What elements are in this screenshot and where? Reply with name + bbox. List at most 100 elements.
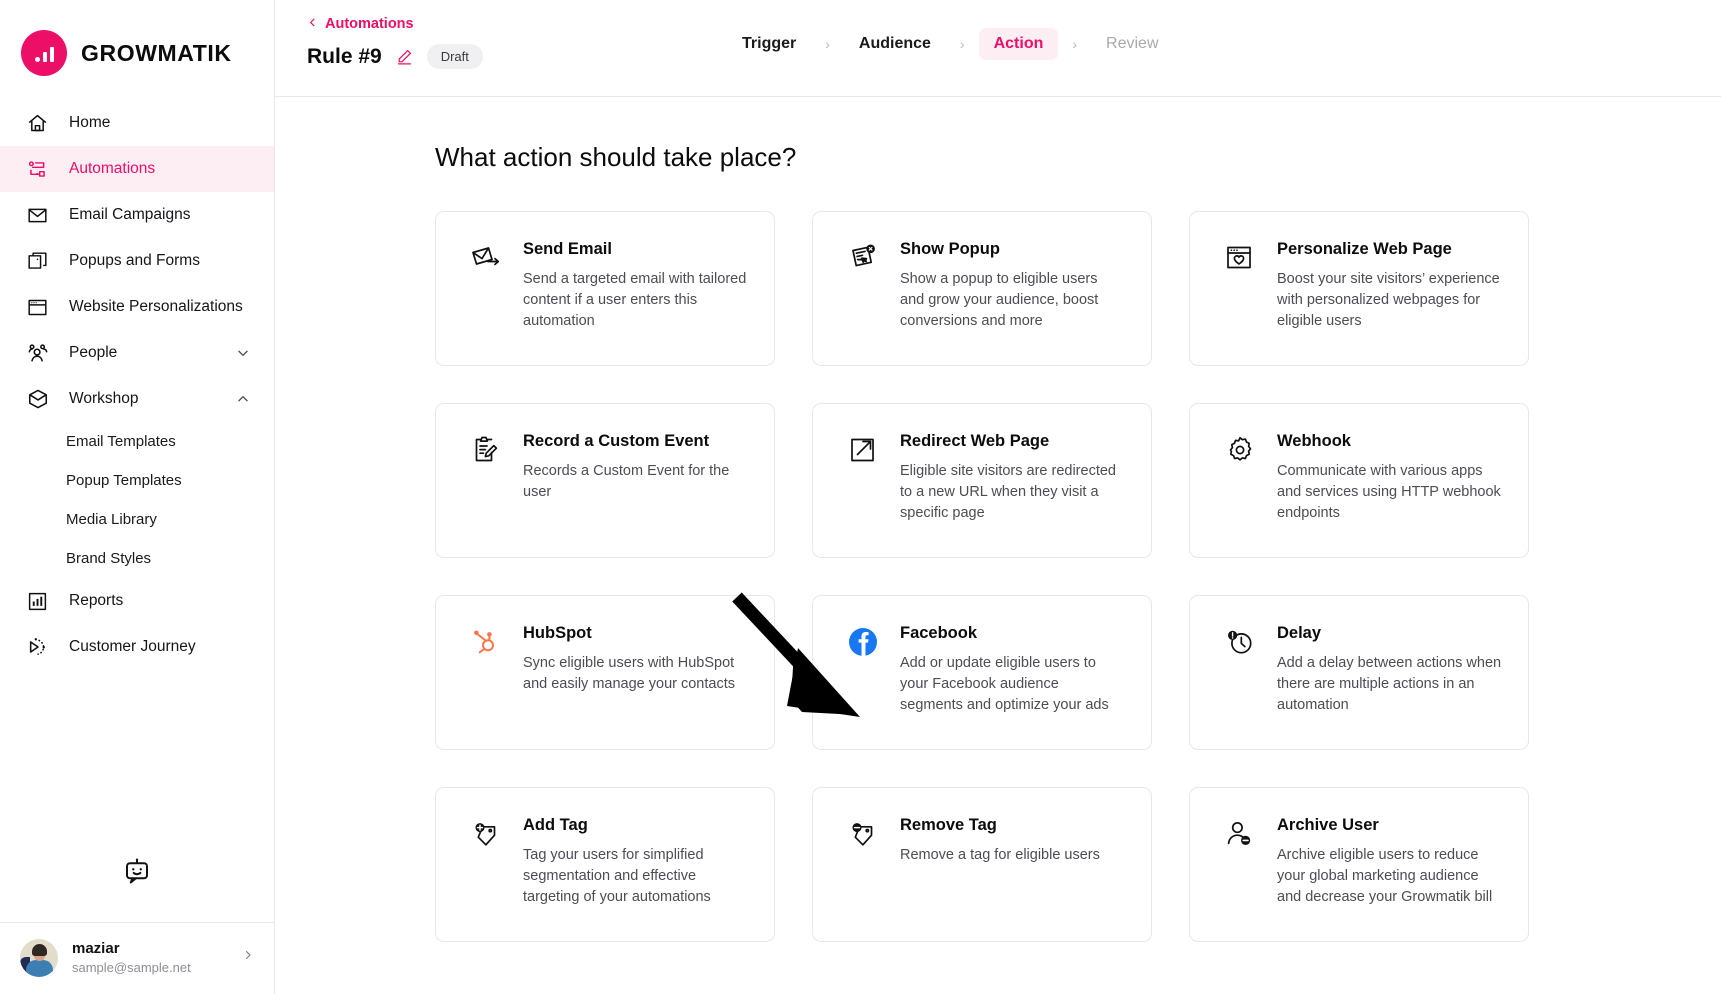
step-review[interactable]: Review [1091, 28, 1173, 60]
action-card-archive-user[interactable]: Archive User Archive eligible users to r… [1189, 787, 1529, 942]
card-title: Webhook [1277, 432, 1351, 450]
step-wizard: Trigger › Audience › Action › Review [727, 28, 1174, 60]
card-body: Archive User Archive eligible users to r… [1277, 816, 1502, 915]
step-separator-icon: › [825, 36, 830, 52]
pencil-edit-icon[interactable] [396, 48, 413, 65]
action-card-record-a-custom-event[interactable]: Record a Custom Event Records a Custom E… [435, 403, 775, 558]
remove-tag-icon [846, 816, 880, 915]
sidebar-item-label: Automations [69, 160, 156, 177]
chat-bot-icon[interactable] [122, 857, 152, 892]
card-description: Add or update eligible users to your Fac… [900, 655, 1109, 714]
action-card-show-popup[interactable]: Show Popup Show a popup to eligible user… [812, 211, 1152, 366]
card-body: Facebook Add or update eligible users to… [900, 624, 1125, 723]
action-card-add-tag[interactable]: Add Tag Tag your users for simplified se… [435, 787, 775, 942]
chevron-down-icon [236, 346, 250, 360]
card-description: Remove a tag for eligible users [900, 847, 1100, 863]
card-title: Record a Custom Event [523, 432, 710, 450]
breadcrumb: Automations Rule #9 Draft [275, 0, 483, 69]
card-description: Archive eligible users to reduce your gl… [1277, 847, 1493, 906]
bar-chart-icon [26, 590, 49, 613]
user-profile[interactable]: maziar sample@sample.net [0, 922, 274, 994]
card-title: Redirect Web Page [900, 432, 1050, 450]
sidebar-item-home[interactable]: Home [0, 100, 274, 146]
step-separator-icon: › [1072, 36, 1078, 52]
sidebar-item-people[interactable]: People [0, 330, 274, 376]
action-card-delay[interactable]: Delay Add a delay between actions when t… [1189, 595, 1529, 750]
card-body: Show Popup Show a popup to eligible user… [900, 240, 1125, 339]
sidebar-item-customer-journey[interactable]: Customer Journey [0, 624, 274, 670]
sidebar-item-label: People [69, 344, 118, 361]
sidebar: GROWMATIK Home Automations Email Campaig… [0, 0, 275, 994]
box-icon [26, 388, 49, 411]
sidebar-item-automations[interactable]: Automations [0, 146, 274, 192]
archive-user-icon [1223, 816, 1257, 915]
popup-windows-icon [26, 250, 49, 273]
sidebar-item-label: Website Personalizations [69, 298, 243, 315]
sidebar-item-email-campaigns[interactable]: Email Campaigns [0, 192, 274, 238]
sidebar-subitem-label: Email Templates [66, 433, 176, 450]
delay-clock-icon [1223, 624, 1257, 723]
hubspot-icon [469, 624, 503, 723]
action-card-webhook[interactable]: Webhook Communicate with various apps an… [1189, 403, 1529, 558]
envelope-icon [26, 204, 49, 227]
sidebar-item-media-library[interactable]: Media Library [0, 500, 274, 539]
app-root: GROWMATIK Home Automations Email Campaig… [0, 0, 1721, 994]
back-to-automations-link[interactable]: Automations [307, 16, 483, 32]
card-title: Facebook [900, 624, 978, 642]
brand-logo[interactable]: GROWMATIK [0, 0, 274, 84]
sidebar-nav: Home Automations Email Campaigns Popups … [0, 84, 274, 670]
step-action[interactable]: Action [978, 28, 1059, 60]
action-card-personalize-web-page[interactable]: Personalize Web Page Boost your site vis… [1189, 211, 1529, 366]
sidebar-item-popup-templates[interactable]: Popup Templates [0, 461, 274, 500]
growmatik-bars-logo-icon [21, 30, 67, 76]
chevron-right-icon[interactable] [242, 947, 254, 968]
journey-path-icon [26, 636, 49, 659]
sidebar-item-website-personalizations[interactable]: Website Personalizations [0, 284, 274, 330]
action-card-redirect-web-page[interactable]: Redirect Web Page Eligible site visitors… [812, 403, 1152, 558]
page-title: Rule #9 [307, 44, 382, 68]
card-description: Add a delay between actions when there a… [1277, 655, 1502, 714]
home-icon [26, 112, 49, 135]
webhook-gear-icon [1223, 432, 1257, 531]
profile-text: maziar sample@sample.net [72, 939, 228, 977]
record-custom-event-icon [469, 432, 503, 531]
chevron-up-icon [236, 392, 250, 406]
rule-row: Rule #9 Draft [307, 44, 483, 69]
card-title: Send Email [523, 240, 612, 258]
card-title: Personalize Web Page [1277, 240, 1452, 258]
action-card-send-email[interactable]: Send Email Send a targeted email with ta… [435, 211, 775, 366]
sidebar-item-brand-styles[interactable]: Brand Styles [0, 539, 274, 578]
browser-window-icon [26, 296, 49, 319]
card-description: Show a popup to eligible users and grow … [900, 271, 1099, 330]
step-audience[interactable]: Audience [844, 28, 946, 60]
main-area: Automations Rule #9 Draft Trigger › Audi… [275, 0, 1721, 994]
step-trigger[interactable]: Trigger [727, 28, 811, 60]
card-body: Record a Custom Event Records a Custom E… [523, 432, 748, 531]
send-email-icon [469, 240, 503, 339]
action-card-hubspot[interactable]: HubSpot Sync eligible users with HubSpot… [435, 595, 775, 750]
action-card-remove-tag[interactable]: Remove Tag Remove a tag for eligible use… [812, 787, 1152, 942]
add-tag-icon [469, 816, 503, 915]
action-card-grid: Send Email Send a targeted email with ta… [435, 211, 1721, 942]
card-description: Records a Custom Event for the user [523, 463, 730, 501]
sidebar-item-email-templates[interactable]: Email Templates [0, 422, 274, 461]
redirect-webpage-icon [846, 432, 880, 531]
sidebar-item-workshop[interactable]: Workshop [0, 376, 274, 422]
content-inner: What action should take place? Send Emai… [275, 142, 1721, 942]
card-body: Personalize Web Page Boost your site vis… [1277, 240, 1502, 339]
sidebar-subitem-label: Popup Templates [66, 472, 182, 489]
card-title: Remove Tag [900, 816, 997, 834]
card-body: Add Tag Tag your users for simplified se… [523, 816, 748, 915]
sidebar-item-label: Workshop [69, 390, 139, 407]
card-description: Send a targeted email with tailored cont… [523, 271, 747, 330]
step-separator-icon: › [959, 36, 965, 52]
support-bot-row [0, 857, 274, 922]
back-link-label: Automations [325, 16, 414, 32]
sidebar-item-reports[interactable]: Reports [0, 578, 274, 624]
sidebar-item-popups-and-forms[interactable]: Popups and Forms [0, 238, 274, 284]
action-card-facebook[interactable]: Facebook Add or update eligible users to… [812, 595, 1152, 750]
sidebar-subitem-label: Media Library [66, 511, 157, 528]
people-group-icon [26, 342, 49, 365]
card-title: Archive User [1277, 816, 1379, 834]
content-scroll: What action should take place? Send Emai… [275, 97, 1721, 994]
